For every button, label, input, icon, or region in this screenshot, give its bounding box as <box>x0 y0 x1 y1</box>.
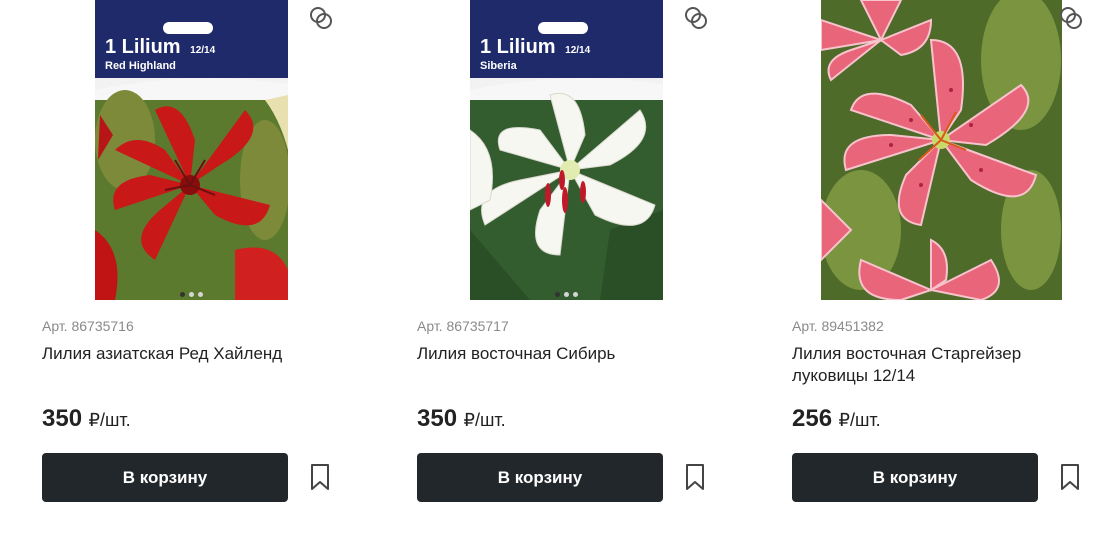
bookmark-icon[interactable] <box>1058 462 1082 492</box>
product-card: 1 Lilium 12/14 Red Highland Арт. 8673571… <box>42 0 382 534</box>
image-pagination <box>95 292 288 300</box>
image-dot[interactable] <box>573 292 578 297</box>
package-variety: Siberia <box>480 60 517 72</box>
compare-icon[interactable] <box>682 4 710 32</box>
price-value: 350 <box>42 405 83 432</box>
price-unit: ₽/шт. <box>463 410 506 430</box>
package-brand: 1 Lilium 12/14 <box>480 36 591 58</box>
product-title[interactable]: Лилия восточная Сибирь <box>417 343 747 365</box>
bookmark-icon[interactable] <box>308 462 332 492</box>
package-size: 12/14 <box>190 45 216 56</box>
stargazer-lily-photo <box>821 0 1062 300</box>
product-card: Арт. 89451382 Лилия восточная Старгейзер… <box>792 0 1096 534</box>
image-dot[interactable] <box>189 292 194 297</box>
product-image[interactable] <box>821 0 1062 300</box>
image-dot[interactable] <box>180 292 185 297</box>
product-sku: Арт. 89451382 <box>792 318 884 334</box>
price-value: 350 <box>417 405 458 432</box>
product-price: 350 ₽/шт. <box>42 405 131 433</box>
product-image[interactable]: 1 Lilium 12/14 Red Highland <box>95 0 288 300</box>
image-dot[interactable] <box>555 292 560 297</box>
product-card: 1 Lilium 12/14 Siberia Арт. 86735717 Лил… <box>417 0 757 534</box>
product-image[interactable]: 1 Lilium 12/14 Siberia <box>470 0 663 300</box>
product-price: 350 ₽/шт. <box>417 405 506 433</box>
add-to-cart-button[interactable]: В корзину <box>792 453 1038 502</box>
product-sku: Арт. 86735717 <box>417 318 509 334</box>
compare-icon[interactable] <box>307 4 335 32</box>
image-pagination <box>470 292 663 300</box>
price-value: 256 <box>792 405 833 432</box>
add-to-cart-button[interactable]: В корзину <box>42 453 288 502</box>
image-dot[interactable] <box>198 292 203 297</box>
product-title[interactable]: Лилия азиатская Ред Хайленд <box>42 343 372 365</box>
product-title[interactable]: Лилия восточная Старгейзер луковицы 12/1… <box>792 343 1052 387</box>
price-unit: ₽/шт. <box>88 410 131 430</box>
bookmark-icon[interactable] <box>683 462 707 492</box>
package-brand: 1 Lilium 12/14 <box>105 36 216 58</box>
product-price: 256 ₽/шт. <box>792 405 881 433</box>
product-sku: Арт. 86735716 <box>42 318 134 334</box>
compare-icon[interactable] <box>1057 4 1085 32</box>
package-size: 12/14 <box>565 45 591 56</box>
image-dot[interactable] <box>564 292 569 297</box>
add-to-cart-button[interactable]: В корзину <box>417 453 663 502</box>
package-variety: Red Highland <box>105 60 176 72</box>
price-unit: ₽/шт. <box>838 410 881 430</box>
